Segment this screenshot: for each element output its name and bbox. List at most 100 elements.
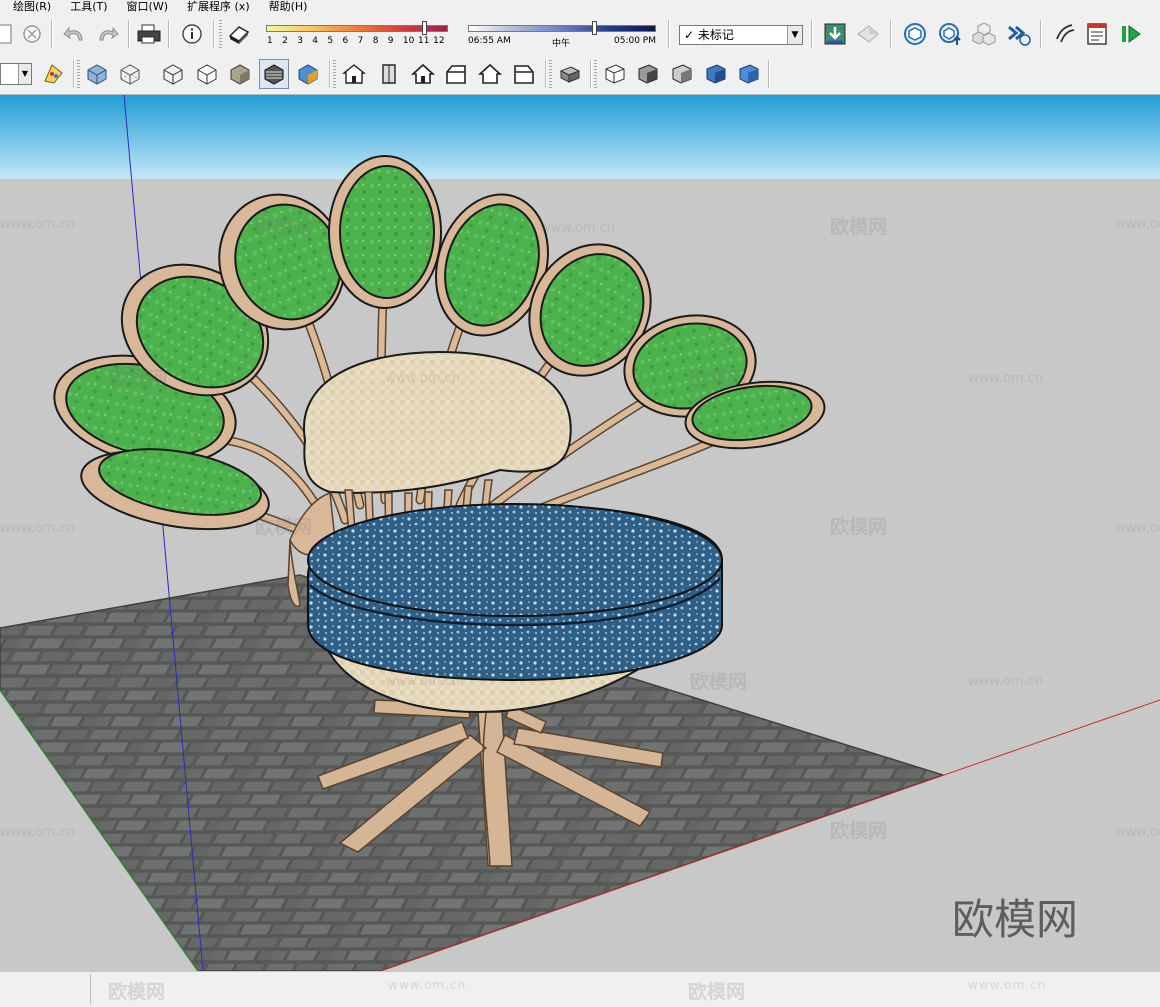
watermark-text: www.om.cn [0, 825, 75, 840]
chevron-down-icon[interactable]: ▼ [18, 64, 31, 84]
extension-warehouse-icon[interactable] [1003, 19, 1033, 49]
month-tick-8: 8 [372, 36, 379, 46]
time-mid-label: 中午 [552, 39, 571, 49]
menu-draw[interactable]: 绘图(R) [0, 0, 57, 14]
upload-model-icon[interactable] [935, 19, 965, 49]
color-by-axis-icon[interactable] [734, 59, 764, 89]
front-face-style-icon[interactable] [600, 59, 630, 89]
right-view-icon[interactable] [441, 59, 471, 89]
watermark-text: 欧模网 [110, 367, 167, 390]
status-bar: 欧模网 www.om.cn 欧模网 www.om.cn [0, 971, 1160, 1007]
watermark-text: www.om.cn [968, 978, 1047, 992]
model-viewport[interactable]: 欧模网 欧模网 欧模网 欧模网 欧模网 欧模网 欧模网 欧模网 欧模网 欧模网 … [0, 95, 1160, 971]
time-end-label: 05:00 PM [614, 36, 656, 46]
back-view-icon[interactable] [475, 59, 505, 89]
menu-help[interactable]: 帮助(H) [256, 0, 314, 14]
section-plane-icon[interactable] [555, 59, 585, 89]
month-tick-4: 4 [312, 36, 319, 46]
month-tick-12: 12 [433, 36, 445, 46]
month-tick-10: 10 [402, 36, 415, 46]
leaf-pad-5 [328, 155, 442, 309]
watermark-text: 欧模网 [830, 215, 887, 238]
watermark-text: www.om.cn [968, 371, 1043, 386]
toolbar-standard: 1 2 3 4 5 6 7 8 9 10 11 12 06:55 AM 中午 05:00 PM ✓ 未… [0, 14, 1160, 55]
month-slider-thumb[interactable] [422, 21, 427, 35]
watermark-text: 欧模网 [688, 981, 746, 1003]
color-by-layer-icon[interactable] [701, 59, 731, 89]
month-tick-6: 6 [342, 36, 349, 46]
print-icon[interactable] [134, 19, 164, 49]
watermark-text: 欧模网 [108, 981, 166, 1003]
watermark-text: 欧模网 [110, 670, 167, 693]
month-tick-1: 1 [267, 36, 273, 46]
watermark-text: www.om.cn [385, 371, 460, 386]
watermark-text: www.om.cn [540, 521, 615, 536]
hidden-line-icon[interactable] [192, 59, 222, 89]
model-info-icon[interactable] [177, 19, 207, 49]
watermark-text: www.om.cn [1115, 825, 1160, 840]
watermark-logo: 欧模网 [952, 895, 1079, 944]
watermark-text: 欧模网 [830, 515, 887, 538]
shadow-time-slider[interactable]: 06:55 AM 中午 05:00 PM [464, 18, 660, 50]
menu-window[interactable]: 窗口(W) [114, 0, 174, 14]
watermark-text: www.om.cn [0, 217, 75, 232]
month-tick-3: 3 [297, 36, 303, 46]
watermark-text: 欧模网 [255, 819, 312, 842]
toolbar-views: ▼ [0, 54, 1160, 95]
watermark-text: 欧模网 [830, 819, 887, 842]
left-view-icon[interactable] [509, 59, 539, 89]
watermark-text: www.om.cn [540, 221, 615, 236]
month-tick-9: 9 [387, 36, 394, 46]
menu-tools[interactable]: 工具(T) [57, 0, 113, 14]
paint-icon[interactable] [38, 59, 68, 89]
sky-background [0, 95, 1160, 179]
front-view-icon[interactable] [408, 59, 438, 89]
xray-icon[interactable] [82, 59, 112, 89]
top-view-icon[interactable] [374, 59, 404, 89]
redo-icon[interactable] [92, 19, 122, 49]
shadow-month-slider[interactable]: 1 2 3 4 5 6 7 8 9 10 11 12 [262, 18, 452, 50]
report-icon[interactable] [1082, 19, 1112, 49]
watermark-text: www.om.cn [388, 978, 467, 992]
watermark-text: www.om.cn [968, 674, 1043, 689]
month-tick-11: 11 [418, 36, 430, 46]
monochrome-icon[interactable] [293, 59, 323, 89]
sandbox-icon[interactable] [1050, 19, 1080, 49]
time-start-label: 06:55 AM [468, 36, 511, 46]
watermark-text: www.om.cn [1115, 217, 1160, 232]
layer-dropdown[interactable]: ✓ 未标记 ▼ [679, 25, 803, 45]
watermark-text: 欧模网 [690, 670, 747, 693]
get-models-icon[interactable] [820, 19, 850, 49]
xray-faces-icon[interactable] [667, 59, 697, 89]
run-plugin-icon[interactable] [1116, 19, 1146, 49]
shadows-toggle-icon[interactable] [224, 19, 254, 49]
watermark-text: 欧模网 [690, 367, 747, 390]
style-dropdown[interactable]: ▼ [0, 63, 32, 85]
undo-icon[interactable] [60, 19, 90, 49]
scene-canvas[interactable]: 欧模网 欧模网 欧模网 欧模网 欧模网 欧模网 欧模网 欧模网 欧模网 欧模网 … [0, 95, 1160, 971]
month-tick-7: 7 [357, 36, 364, 46]
shaded-textures-icon[interactable] [259, 59, 289, 89]
chevron-down-icon[interactable]: ▼ [787, 26, 802, 44]
back-face-style-icon[interactable] [633, 59, 663, 89]
menu-bar: 绘图(R) 工具(T) 窗口(W) 扩展程序 (x) 帮助(H) [0, 0, 1160, 14]
stop-icon[interactable] [17, 19, 47, 49]
watermark-text: www.om.cn [0, 521, 75, 536]
warehouse-icon[interactable] [900, 19, 930, 49]
layer-selected-value: ✓ 未标记 [684, 28, 734, 42]
seat-cushion [307, 503, 723, 682]
month-tick-2: 2 [282, 36, 288, 46]
components-icon[interactable] [968, 19, 998, 49]
watermark-text: 欧模网 [255, 215, 312, 238]
time-slider-thumb[interactable] [592, 21, 598, 35]
month-tick-5: 5 [327, 36, 334, 46]
watermark-text: www.om.cn [385, 674, 460, 689]
watermark-text: www.om.cn [540, 825, 615, 840]
iso-view-icon[interactable] [339, 59, 369, 89]
shaded-icon[interactable] [225, 59, 255, 89]
share-model-icon[interactable] [853, 19, 883, 49]
menu-extensions[interactable]: 扩展程序 (x) [174, 0, 256, 14]
back-edges-icon[interactable] [115, 59, 145, 89]
wireframe-icon[interactable] [158, 59, 188, 89]
watermark-text: www.om.cn [1115, 521, 1160, 536]
